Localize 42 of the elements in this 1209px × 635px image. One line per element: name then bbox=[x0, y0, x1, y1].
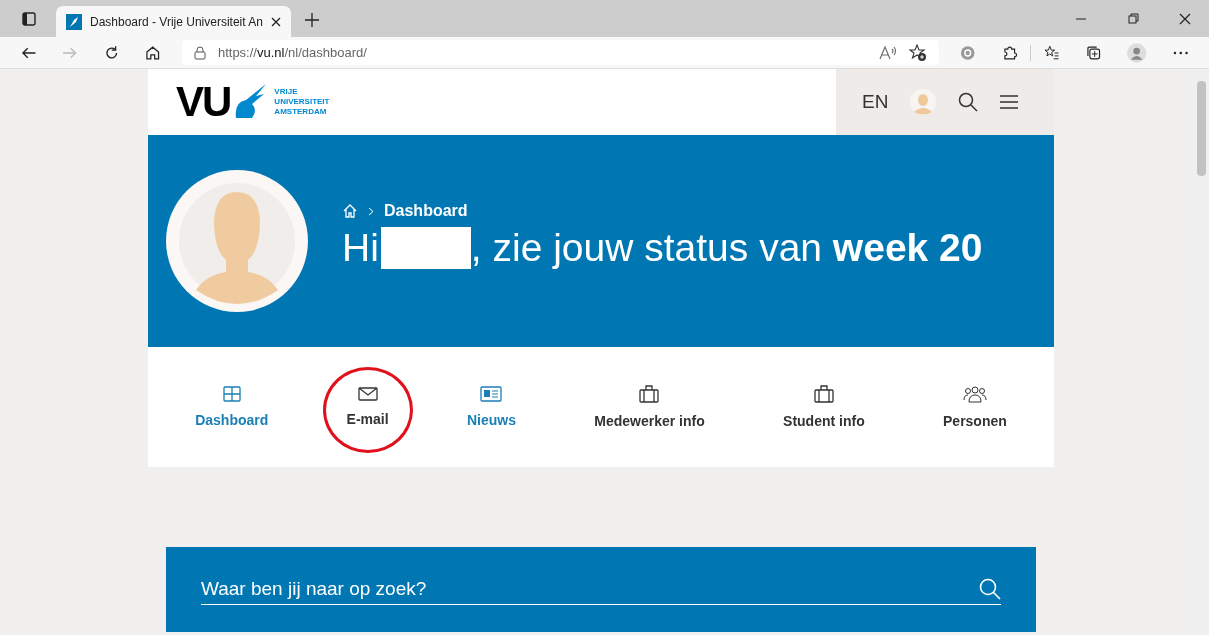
language-link[interactable]: EN bbox=[862, 91, 889, 113]
new-tab-icon[interactable] bbox=[304, 13, 319, 27]
people-icon bbox=[962, 385, 987, 403]
nav-link[interactable]: Student info bbox=[783, 385, 865, 429]
search-field[interactable]: Waar ben jij naar op zoek? bbox=[201, 574, 979, 604]
puzzle-icon[interactable] bbox=[1001, 44, 1018, 61]
envelope-icon bbox=[357, 387, 378, 401]
greeting-text: , zie jouw status van week 20 bbox=[470, 226, 983, 270]
close-icon[interactable] bbox=[1179, 13, 1191, 25]
collections-icon[interactable] bbox=[1085, 44, 1102, 61]
briefcase-icon bbox=[813, 385, 834, 403]
lock-icon bbox=[193, 45, 206, 60]
favorites-icon[interactable] bbox=[1044, 44, 1060, 61]
grid-icon bbox=[222, 386, 241, 402]
greeting-text: Hi bbox=[342, 226, 379, 270]
browser-tab[interactable]: Dashboard - Vrije Universiteit An bbox=[56, 6, 291, 37]
nav-link[interactable]: Medewerker info bbox=[594, 385, 705, 429]
avatar-silhouette-icon bbox=[166, 170, 308, 312]
nav-link[interactable]: E-mail bbox=[346, 387, 389, 427]
favicon-icon bbox=[66, 13, 82, 30]
read-aloud-icon[interactable] bbox=[879, 44, 898, 61]
breadcrumb-current: Dashboard bbox=[384, 202, 468, 220]
restore-icon[interactable] bbox=[1127, 13, 1139, 25]
search-icon[interactable] bbox=[979, 578, 1001, 600]
nav-link[interactable]: Dashboard bbox=[195, 386, 269, 428]
close-icon[interactable] bbox=[270, 16, 281, 27]
menu-icon[interactable] bbox=[1000, 95, 1019, 109]
briefcase-icon bbox=[639, 385, 660, 403]
search-bar[interactable]: Waar ben jij naar op zoek? bbox=[166, 547, 1036, 632]
refresh-icon[interactable] bbox=[103, 44, 120, 61]
nav-link[interactable]: Nieuws bbox=[466, 386, 516, 428]
add-favorite-icon[interactable] bbox=[909, 43, 928, 62]
search-icon[interactable] bbox=[958, 92, 979, 112]
more-icon[interactable] bbox=[1172, 50, 1189, 55]
university-logo[interactable]: VU VRIJE UNIVERSITEIT AMSTERDAM bbox=[148, 69, 330, 135]
chevron-icon bbox=[368, 206, 374, 216]
newspaper-icon bbox=[480, 386, 503, 402]
home-icon[interactable] bbox=[145, 44, 161, 61]
tab-actions-icon[interactable] bbox=[22, 12, 36, 26]
nav-link[interactable]: Personen bbox=[943, 385, 1007, 429]
address-bar[interactable]: https://vu.nl/nl/dashboard/ bbox=[181, 40, 940, 65]
profile-icon[interactable] bbox=[1127, 42, 1147, 63]
